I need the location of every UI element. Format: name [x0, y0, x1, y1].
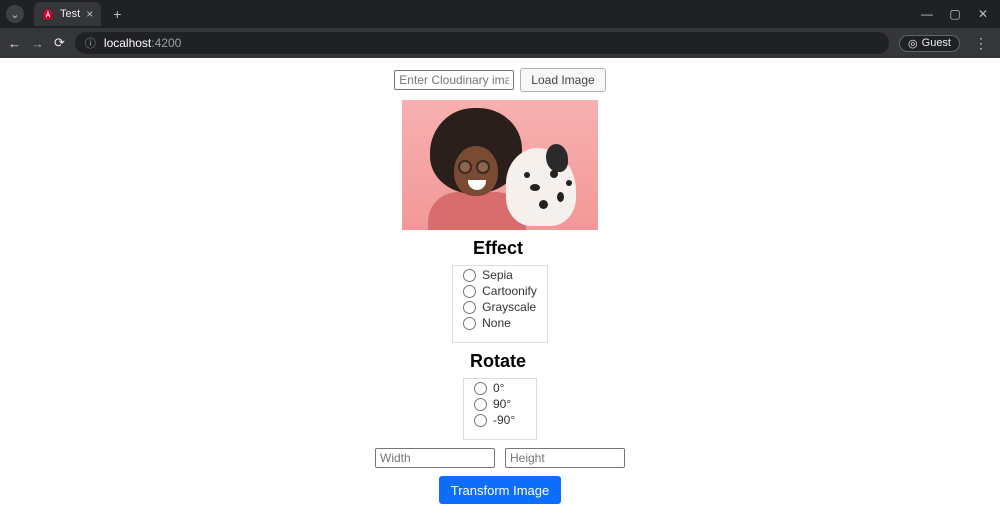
new-tab-button[interactable]: +	[107, 6, 127, 22]
address-bar[interactable]: ⓘ localhost:4200	[75, 32, 889, 54]
close-icon[interactable]: ×	[86, 7, 93, 21]
load-image-button[interactable]: Load Image	[520, 68, 605, 92]
loader-row: Load Image	[394, 68, 605, 92]
rotate-title: Rotate	[459, 351, 537, 372]
effect-radio[interactable]	[463, 317, 476, 330]
rotate-radio[interactable]	[474, 398, 487, 411]
menu-icon[interactable]: ⋮	[970, 35, 992, 52]
effect-radio[interactable]	[463, 301, 476, 314]
minimize-icon[interactable]: —	[920, 7, 934, 21]
rotate-option[interactable]: 90°	[474, 397, 526, 411]
url-port: :4200	[151, 36, 181, 50]
transform-image-button[interactable]: Transform Image	[439, 476, 562, 504]
effect-radio[interactable]	[463, 285, 476, 298]
width-input[interactable]	[375, 448, 495, 468]
back-icon[interactable]: ←	[8, 36, 21, 51]
rotate-option-label: -90°	[493, 413, 515, 427]
rotate-radio[interactable]	[474, 414, 487, 427]
preview-image	[402, 100, 598, 230]
effect-radio[interactable]	[463, 269, 476, 282]
forward-icon[interactable]: →	[31, 36, 44, 51]
profile-label: Guest	[922, 37, 951, 49]
close-window-icon[interactable]: ✕	[976, 7, 990, 21]
tab-title: Test	[60, 8, 80, 20]
cloudinary-id-input[interactable]	[394, 70, 514, 90]
maximize-icon[interactable]: ▢	[948, 7, 962, 21]
dimensions-row	[375, 448, 625, 468]
rotate-option[interactable]: -90°	[474, 413, 526, 427]
window-controls: — ▢ ✕	[920, 7, 1000, 21]
effect-section: Effect SepiaCartoonifyGrayscaleNone	[452, 238, 548, 343]
guest-avatar-icon: ◎	[908, 37, 918, 50]
tab-search-button[interactable]: ⌄	[6, 5, 24, 23]
effect-option-label: Cartoonify	[482, 284, 537, 298]
rotate-option-label: 0°	[493, 381, 504, 395]
chevron-down-icon: ⌄	[10, 8, 19, 21]
browser-chrome: ⌄ Test × + — ▢ ✕ ← → ⟳ ⓘ localhost:4200	[0, 0, 1000, 58]
height-input[interactable]	[505, 448, 625, 468]
tab-strip: ⌄ Test × + — ▢ ✕	[0, 0, 1000, 28]
rotate-option-label: 90°	[493, 397, 511, 411]
site-info-icon[interactable]: ⓘ	[85, 35, 96, 51]
browser-tab[interactable]: Test ×	[34, 2, 101, 26]
effect-option[interactable]: None	[463, 316, 537, 330]
rotate-radio[interactable]	[474, 382, 487, 395]
effect-option[interactable]: Grayscale	[463, 300, 537, 314]
browser-toolbar: ← → ⟳ ⓘ localhost:4200 ◎ Guest ⋮	[0, 28, 1000, 58]
effect-option-label: None	[482, 316, 511, 330]
url-host: localhost	[104, 36, 151, 50]
profile-button[interactable]: ◎ Guest	[899, 35, 960, 52]
favicon-icon	[42, 8, 54, 20]
page-viewport: Load Image Effect Sepia Cartoonify Graysca…	[0, 58, 1000, 530]
rotate-section: Rotate 0°90°-90°	[463, 351, 537, 440]
effect-option-label: Sepia	[482, 268, 513, 282]
rotate-option[interactable]: 0°	[474, 381, 526, 395]
effect-title: Effect	[448, 238, 548, 259]
effect-option[interactable]: Sepia	[463, 268, 537, 282]
reload-icon[interactable]: ⟳	[54, 35, 65, 51]
effect-option[interactable]: Cartoonify	[463, 284, 537, 298]
effect-option-label: Grayscale	[482, 300, 536, 314]
